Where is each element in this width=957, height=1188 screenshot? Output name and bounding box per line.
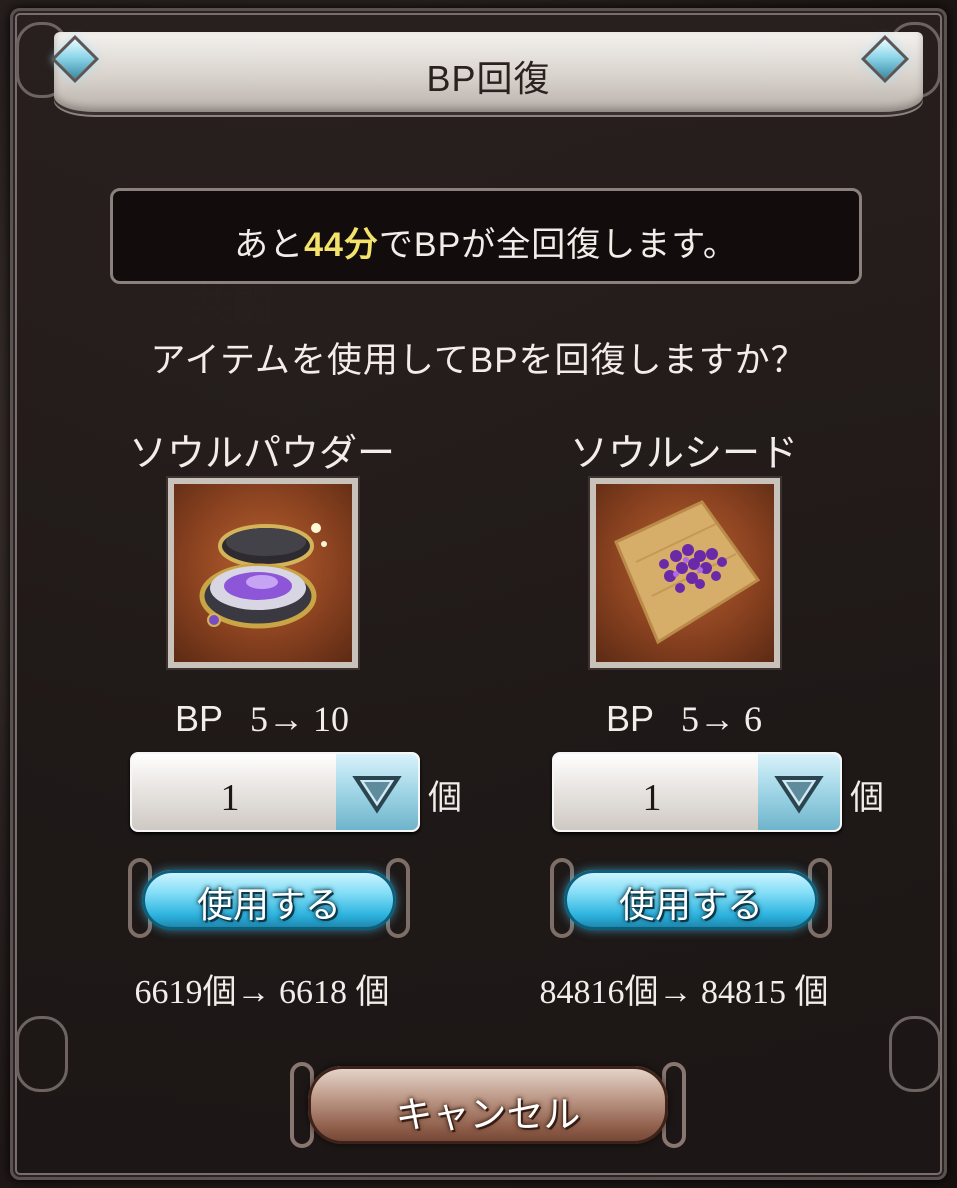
bp-change-value: 5→ 10 <box>250 699 350 739</box>
soul-powder-icon-graphic <box>199 523 327 629</box>
bp-change: BP 5→ 10 <box>102 698 422 740</box>
corner-ornament-bottom-right <box>889 1016 941 1092</box>
soul-seed-icon-graphic <box>614 500 761 645</box>
timer-prefix: あと <box>234 226 305 264</box>
soul-seed-icon <box>590 478 780 668</box>
dropdown-arrow-icon[interactable] <box>336 754 418 830</box>
quantity-selector-wrap: 1 個 <box>552 752 884 832</box>
quantity-value: 1 <box>220 777 240 819</box>
quantity-select[interactable]: 1 <box>130 752 420 832</box>
bp-recovery-dialog: BP回復 あと44分でBPが全回復します。 アイテムを使用してBPを回復しますか… <box>10 8 947 1180</box>
quantity-unit: 個 <box>428 779 462 817</box>
bp-label: BP <box>174 698 224 739</box>
game-screen: 共闘 BP回復 あと44分でBPが全回復します。 アイテムを使用してBPを回復し… <box>0 0 957 1188</box>
bp-change: BP 5→ 6 <box>524 698 844 740</box>
timer-suffix: でBPが全回復します。 <box>378 226 738 264</box>
use-button-label: 使用する <box>618 884 763 925</box>
quantity-unit: 個 <box>850 779 884 817</box>
quantity-value: 1 <box>642 777 662 819</box>
confirm-question: アイテムを使用してBPを回復しますか？ <box>150 341 807 380</box>
timer-remaining: 44分 <box>304 226 379 264</box>
item-name: ソウルシード <box>569 433 798 475</box>
recovery-timer-text: あと44分でBPが全回復します。 <box>113 217 859 266</box>
cancel-button-label: キャンセル <box>395 1094 581 1135</box>
dialog-title: BP回復 <box>426 58 551 99</box>
soul-powder-icon <box>168 478 358 668</box>
quantity-selector-wrap: 1 個 <box>130 752 462 832</box>
use-soul-seed-button[interactable]: 使用する <box>550 858 832 938</box>
recovery-timer-box: あと44分でBPが全回復します。 <box>110 188 862 284</box>
stock-change: 84816個→ 84815 個 <box>539 974 829 1011</box>
bp-label: BP <box>605 698 655 739</box>
item-name: ソウルパウダー <box>128 433 395 475</box>
stock-change: 6619個→ 6618 個 <box>134 974 390 1011</box>
dropdown-arrow-icon[interactable] <box>758 754 840 830</box>
quantity-select[interactable]: 1 <box>552 752 842 832</box>
cancel-button[interactable]: キャンセル <box>290 1056 686 1152</box>
use-button-label: 使用する <box>196 884 341 925</box>
title-bar: BP回復 <box>54 32 923 112</box>
corner-ornament-bottom-left <box>16 1016 68 1092</box>
use-soul-powder-button[interactable]: 使用する <box>128 858 410 938</box>
bp-change-value: 5→ 6 <box>681 699 763 739</box>
